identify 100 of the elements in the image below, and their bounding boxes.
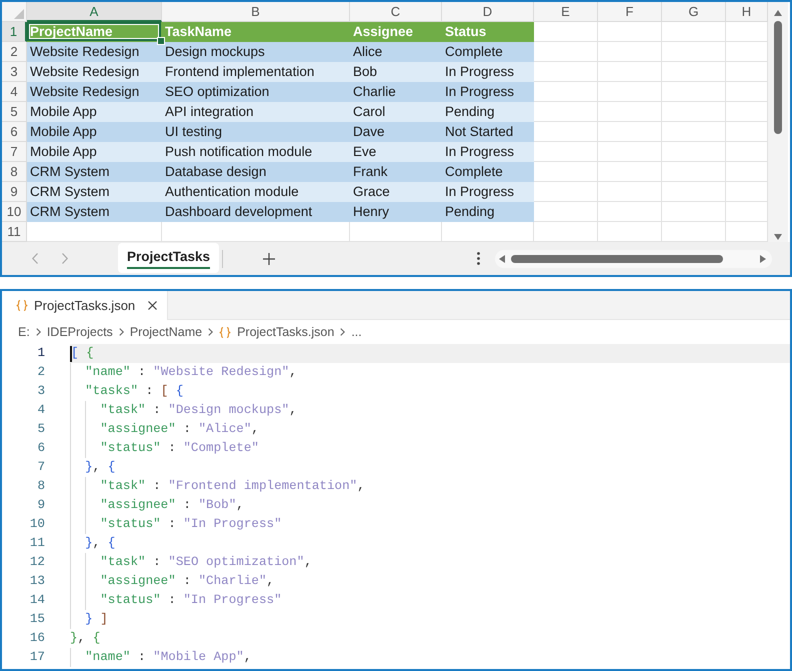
- table-cell[interactable]: Database design: [162, 162, 350, 182]
- table-cell[interactable]: Dashboard development: [162, 202, 350, 222]
- empty-cell[interactable]: [662, 42, 726, 62]
- table-cell[interactable]: Complete: [442, 162, 534, 182]
- chevron-right-icon[interactable]: [62, 253, 68, 264]
- table-cell[interactable]: In Progress: [442, 82, 534, 102]
- scrollbar-thumb[interactable]: [511, 254, 723, 262]
- table-cell[interactable]: In Progress: [442, 182, 534, 202]
- horizontal-scrollbar[interactable]: [495, 250, 772, 268]
- empty-cell[interactable]: [662, 62, 726, 82]
- row-header[interactable]: 11: [2, 222, 27, 242]
- empty-cell[interactable]: [598, 182, 662, 202]
- table-cell[interactable]: Pending: [442, 202, 534, 222]
- line-number: 7: [36, 459, 45, 476]
- table-cell[interactable]: Carol: [350, 102, 442, 122]
- fill-handle[interactable]: [157, 37, 165, 45]
- triangle-left-icon[interactable]: [499, 254, 505, 262]
- empty-cell[interactable]: [662, 162, 726, 182]
- table-cell[interactable]: Mobile App: [27, 142, 162, 162]
- row-header[interactable]: 10: [2, 202, 27, 222]
- scrollbar-thumb[interactable]: [774, 21, 782, 134]
- plus-icon[interactable]: [263, 252, 276, 264]
- empty-cell[interactable]: [662, 82, 726, 102]
- close-icon[interactable]: [148, 301, 158, 310]
- table-cell[interactable]: Charlie: [350, 82, 442, 102]
- column-header[interactable]: B: [162, 2, 350, 22]
- empty-cell[interactable]: [598, 82, 662, 102]
- table-cell[interactable]: CRM System: [27, 162, 162, 182]
- empty-cell[interactable]: [662, 122, 726, 142]
- column-header[interactable]: F: [598, 2, 662, 22]
- table-cell[interactable]: Bob: [350, 62, 442, 82]
- empty-cell[interactable]: [598, 22, 662, 42]
- row-header[interactable]: 5: [2, 102, 27, 122]
- row-header[interactable]: 6: [2, 122, 27, 142]
- empty-cell[interactable]: [598, 122, 662, 142]
- table-cell[interactable]: UI testing: [162, 122, 350, 142]
- triangle-right-icon[interactable]: [760, 254, 766, 262]
- empty-cell[interactable]: [598, 42, 662, 62]
- row-header[interactable]: 1: [2, 22, 27, 42]
- table-cell[interactable]: Mobile App: [27, 122, 162, 142]
- empty-cell[interactable]: [662, 202, 726, 222]
- breadcrumb-item[interactable]: ...: [351, 325, 362, 339]
- row-header[interactable]: 9: [2, 182, 27, 202]
- empty-cell[interactable]: [598, 62, 662, 82]
- column-header[interactable]: H: [726, 2, 768, 22]
- vertical-scrollbar[interactable]: [768, 2, 788, 242]
- empty-cell[interactable]: [598, 162, 662, 182]
- empty-cell[interactable]: [662, 182, 726, 202]
- table-cell[interactable]: Alice: [350, 42, 442, 62]
- table-cell[interactable]: Pending: [442, 102, 534, 122]
- empty-cell[interactable]: [662, 22, 726, 42]
- table-cell[interactable]: Not Started: [442, 122, 534, 142]
- empty-cell[interactable]: [598, 142, 662, 162]
- row-header[interactable]: 7: [2, 142, 27, 162]
- chevron-right-icon: [36, 328, 41, 336]
- table-cell[interactable]: Website Redesign: [27, 42, 162, 62]
- sheet-tab[interactable]: ProjectTasks: [118, 243, 220, 273]
- table-cell[interactable]: Website Redesign: [27, 62, 162, 82]
- table-cell[interactable]: Website Redesign: [27, 82, 162, 102]
- table-cell[interactable]: Henry: [350, 202, 442, 222]
- table-cell[interactable]: CRM System: [27, 202, 162, 222]
- row-header[interactable]: 4: [2, 82, 27, 102]
- table-cell[interactable]: SEO optimization: [162, 82, 350, 102]
- table-cell[interactable]: Push notification module: [162, 142, 350, 162]
- more-vertical-icon[interactable]: [477, 252, 480, 265]
- triangle-up-icon[interactable]: [774, 10, 782, 16]
- triangle-down-icon[interactable]: [774, 234, 782, 240]
- select-all-triangle-icon[interactable]: [14, 9, 24, 19]
- table-cell[interactable]: In Progress: [442, 142, 534, 162]
- column-header[interactable]: D: [442, 2, 534, 22]
- breadcrumb-item[interactable]: E:: [18, 325, 30, 339]
- column-header[interactable]: C: [350, 2, 442, 22]
- code-line: "status" : "In Progress": [100, 592, 282, 609]
- breadcrumb-item[interactable]: ProjectTasks.json: [219, 325, 334, 339]
- row-header[interactable]: 8: [2, 162, 27, 182]
- table-cell[interactable]: Complete: [442, 42, 534, 62]
- row-header[interactable]: 3: [2, 62, 27, 82]
- breadcrumb-item[interactable]: ProjectName: [130, 325, 202, 339]
- table-cell[interactable]: Frontend implementation: [162, 62, 350, 82]
- table-cell[interactable]: Grace: [350, 182, 442, 202]
- table-cell[interactable]: API integration: [162, 102, 350, 122]
- table-cell[interactable]: CRM System: [27, 182, 162, 202]
- table-cell[interactable]: Dave: [350, 122, 442, 142]
- table-cell[interactable]: Design mockups: [162, 42, 350, 62]
- column-header[interactable]: G: [662, 2, 726, 22]
- chevron-left-icon[interactable]: [32, 253, 38, 264]
- table-cell[interactable]: Authentication module: [162, 182, 350, 202]
- row-header[interactable]: 2: [2, 42, 27, 62]
- column-header[interactable]: A: [27, 2, 162, 22]
- empty-cell[interactable]: [662, 142, 726, 162]
- table-cell[interactable]: Eve: [350, 142, 442, 162]
- column-header[interactable]: E: [534, 2, 598, 22]
- editor-tab[interactable]: ProjectTasks.json: [2, 291, 168, 320]
- empty-cell[interactable]: [598, 102, 662, 122]
- table-cell[interactable]: Frank: [350, 162, 442, 182]
- table-cell[interactable]: In Progress: [442, 62, 534, 82]
- table-cell[interactable]: Mobile App: [27, 102, 162, 122]
- empty-cell[interactable]: [598, 202, 662, 222]
- breadcrumb-item[interactable]: IDEProjects: [46, 325, 113, 339]
- empty-cell[interactable]: [662, 102, 726, 122]
